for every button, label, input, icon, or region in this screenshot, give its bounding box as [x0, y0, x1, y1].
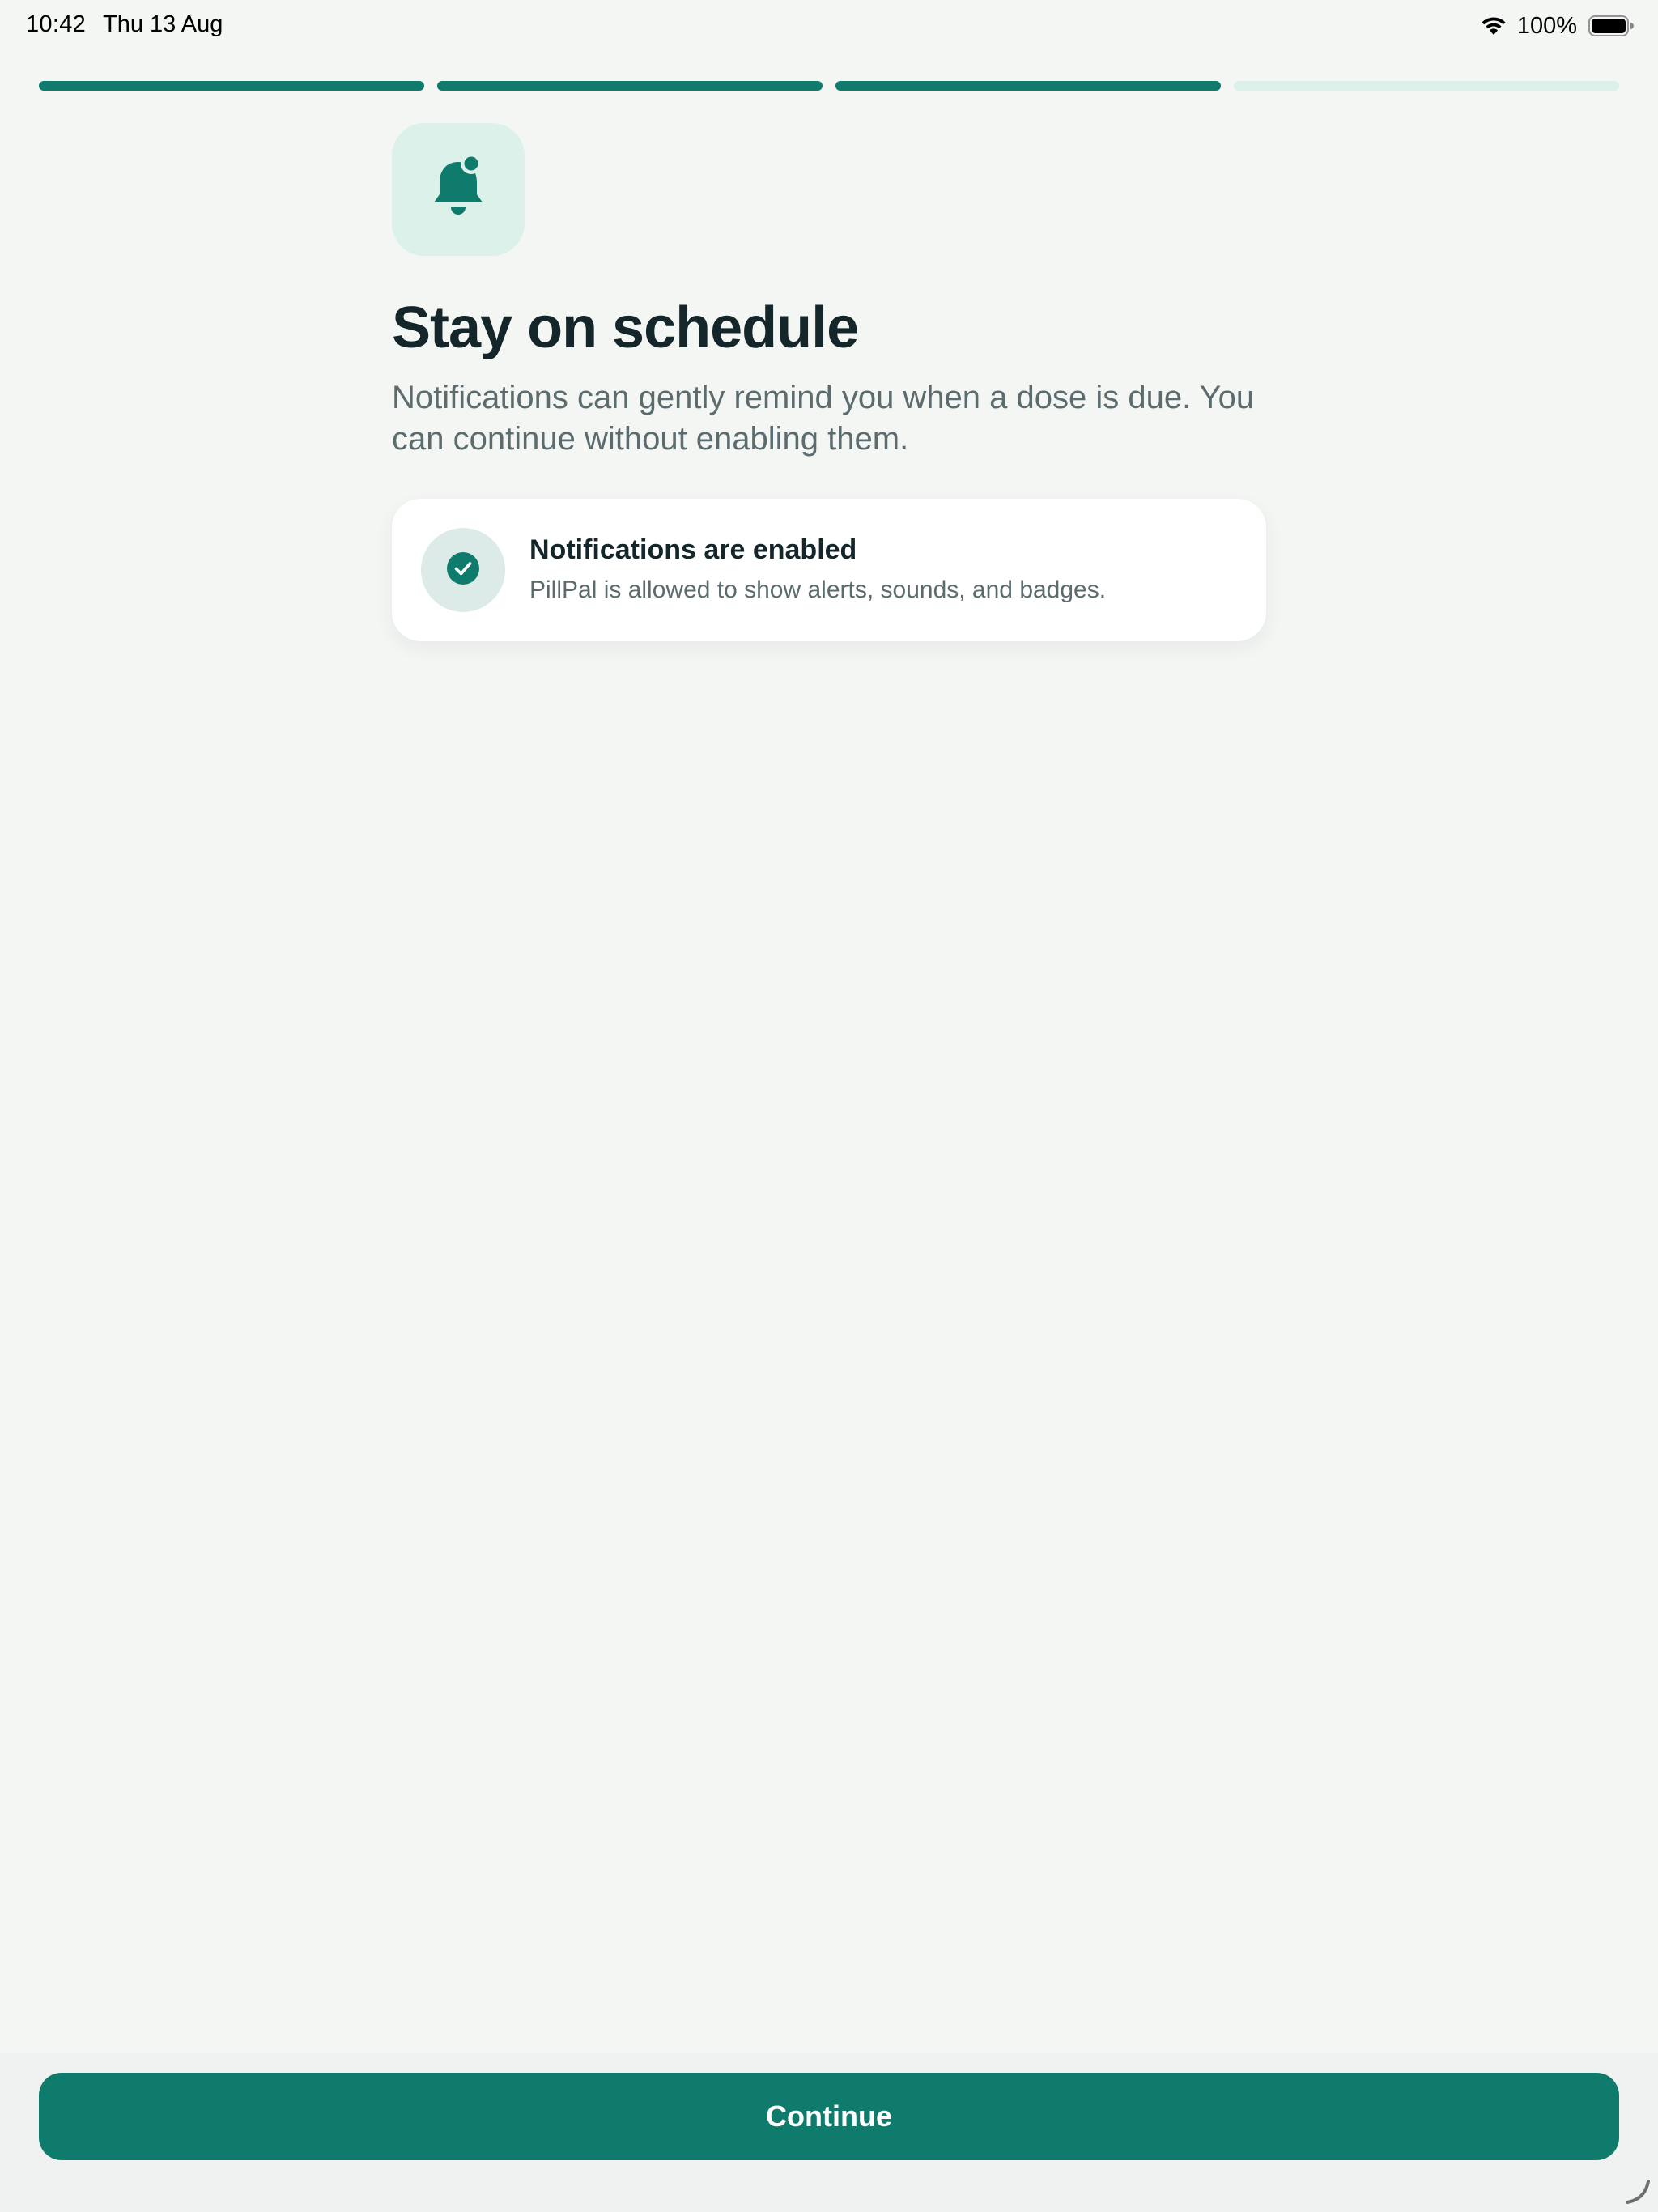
status-card-description: PillPal is allowed to show alerts, sound… — [529, 576, 1107, 603]
bell-icon — [426, 152, 491, 226]
page-subtitle: Notifications can gently remind you when… — [392, 380, 1255, 457]
resize-handle-icon[interactable] — [1622, 2176, 1652, 2206]
progress-step-2 — [437, 81, 823, 91]
progress-step-1 — [39, 81, 424, 91]
status-bar: 10:42 Thu 13 Aug 100% — [0, 0, 1658, 52]
hero-icon-tile — [392, 123, 525, 256]
status-time: 10:42 — [26, 11, 87, 37]
check-circle-icon — [445, 551, 481, 590]
check-circle-container — [421, 528, 505, 612]
progress-step-3 — [835, 81, 1221, 91]
notification-status-card: Notifications are enabled PillPal is all… — [392, 499, 1266, 641]
onboarding-progress — [39, 81, 1619, 91]
progress-step-4 — [1234, 81, 1619, 91]
status-date: Thu 13 Aug — [103, 11, 223, 37]
continue-button[interactable]: Continue — [39, 2073, 1619, 2160]
status-indicators: 100% — [1480, 11, 1634, 40]
battery-percentage: 100% — [1516, 12, 1577, 39]
battery-icon — [1588, 15, 1634, 36]
wifi-icon — [1480, 15, 1507, 36]
status-card-title: Notifications are enabled — [529, 534, 857, 565]
page-title: Stay on schedule — [392, 296, 859, 360]
